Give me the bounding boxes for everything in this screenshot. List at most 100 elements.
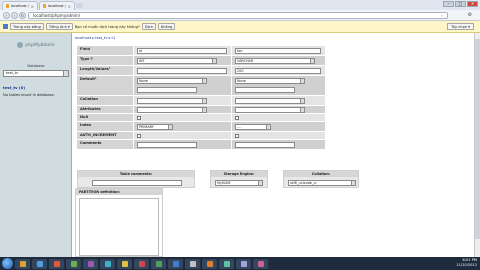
translate-icon <box>3 24 8 29</box>
length-input-2[interactable]: 200 <box>235 68 321 74</box>
app-glyph-icon <box>257 260 264 267</box>
taskbar-app-icon[interactable] <box>49 258 64 269</box>
app-glyph-icon <box>155 260 162 267</box>
auto-increment-checkbox-1[interactable] <box>137 134 141 138</box>
row-label: AUTO_INCREMENT <box>77 132 133 140</box>
browser-tab-2[interactable]: localhost / localhost / test_... × <box>39 1 75 10</box>
content-scrollbar[interactable] <box>474 33 480 257</box>
null-checkbox-1[interactable] <box>137 116 141 120</box>
taskbar-app-icon[interactable] <box>100 258 115 269</box>
reload-button[interactable]: ↻ <box>19 12 26 19</box>
app-glyph-icon <box>189 260 196 267</box>
table-collation-label: Collation: <box>284 171 358 177</box>
collation-select-1[interactable] <box>137 98 207 104</box>
partition-definition-textarea[interactable] <box>79 198 159 256</box>
system-tray-clock[interactable]: 6:01 PM 11/20/2012 <box>456 258 477 268</box>
row-auto-increment: AUTO_INCREMENT <box>77 132 325 140</box>
row-default: Default² None None <box>77 76 325 96</box>
taskbar-app-icon[interactable] <box>66 258 81 269</box>
tab-close-icon[interactable]: × <box>31 4 34 9</box>
row-label: Index <box>77 122 133 132</box>
row-null: Null <box>77 114 325 122</box>
comments-input-1[interactable] <box>137 142 197 148</box>
new-tab-button[interactable] <box>76 3 83 8</box>
taskbar-app-icon[interactable] <box>32 258 47 269</box>
table-collation-select[interactable]: utf8_unicode_ci <box>288 180 356 186</box>
app-glyph-icon <box>104 260 111 267</box>
row-collation: Collation <box>77 96 325 106</box>
taskbar-app-icon[interactable] <box>168 258 183 269</box>
null-checkbox-2[interactable] <box>235 116 239 120</box>
address-bar[interactable]: localhost/phpmyadmin/ ☆ <box>28 12 448 19</box>
field-name-input-2[interactable]: ten <box>235 48 321 54</box>
database-heading: Database <box>27 64 45 68</box>
taskbar-app-icon[interactable] <box>151 258 166 269</box>
browser-tab-1[interactable]: localhost / localhost / test_... × <box>2 1 38 10</box>
language-select[interactable]: Tiếng Anh ▾ <box>45 23 73 30</box>
window-controls: – □ ✕ <box>443 1 478 7</box>
translate-no-button[interactable]: Không <box>157 23 176 30</box>
translate-yes-button[interactable]: Dịch <box>141 23 156 30</box>
default-select-1[interactable]: None <box>137 78 207 84</box>
default-value-input-1[interactable] <box>137 87 197 93</box>
taskbar-app-icon[interactable] <box>83 258 98 269</box>
row-attributes: Attributes <box>77 106 325 114</box>
scrollbar-thumb[interactable] <box>475 39 480 239</box>
windows-taskbar: 6:01 PM 11/20/2012 <box>0 257 480 270</box>
translate-infobar: Trang này bằng Tiếng Anh ▾ Bạn có muốn d… <box>0 21 480 33</box>
auto-increment-checkbox-2[interactable] <box>235 134 239 138</box>
phpmyadmin-logo[interactable]: phpMyAdmin <box>7 37 65 52</box>
tab-close-icon[interactable]: × <box>68 4 71 9</box>
back-button[interactable]: ‹ <box>3 12 10 19</box>
taskbar-app-icon[interactable] <box>185 258 200 269</box>
start-button[interactable] <box>2 258 13 269</box>
app-glyph-icon <box>70 260 77 267</box>
index-select-1[interactable]: PRIMARY <box>137 124 173 130</box>
translate-options-button[interactable]: Tùy chọn ▾ <box>447 23 474 30</box>
app-glyph-icon <box>36 260 43 267</box>
close-window-button[interactable]: ✕ <box>467 1 478 7</box>
taskbar-app-icon[interactable] <box>134 258 149 269</box>
translate-page-button[interactable]: Trang này bằng <box>10 23 44 30</box>
chevron-down-icon <box>266 125 270 129</box>
chevron-down-icon <box>300 108 304 112</box>
database-select[interactable]: test_tv <box>3 70 69 77</box>
taskbar-pinned-apps <box>15 258 268 269</box>
index-select-2[interactable]: --- <box>235 124 271 130</box>
wrench-menu-icon[interactable]: ⚙ <box>465 12 475 19</box>
row-label: Type ? <box>77 56 133 66</box>
app-glyph-icon <box>223 260 230 267</box>
type-select-1[interactable]: INT <box>137 58 217 64</box>
collation-select-2[interactable] <box>235 98 305 104</box>
navigation-frame: phpMyAdmin Database test_tv test_tv (0) … <box>0 33 72 257</box>
partition-label: PARTITION definition: <box>76 189 162 195</box>
taskbar-app-icon[interactable] <box>202 258 217 269</box>
storage-engine-panel: Storage Engine: MyISAM <box>210 170 268 188</box>
attributes-select-2[interactable] <box>235 107 305 113</box>
field-name-input-1[interactable]: id <box>137 48 227 54</box>
attributes-select-1[interactable] <box>137 107 207 113</box>
app-glyph-icon <box>206 260 213 267</box>
taskbar-app-icon[interactable] <box>15 258 30 269</box>
app-glyph-icon <box>19 260 26 267</box>
taskbar-app-icon[interactable] <box>236 258 251 269</box>
table-comments-panel: Table comments: <box>77 170 195 188</box>
chevron-down-icon <box>202 99 206 103</box>
forward-button[interactable]: › <box>11 12 18 19</box>
default-value-input-2[interactable] <box>235 87 295 93</box>
default-select-2[interactable]: None <box>235 78 305 84</box>
type-select-2[interactable]: VARCHAR <box>235 58 315 64</box>
comments-input-2[interactable] <box>235 142 295 148</box>
taskbar-app-icon[interactable] <box>117 258 132 269</box>
app-glyph-icon <box>121 260 128 267</box>
database-link[interactable]: test_tv (0) <box>3 85 25 90</box>
table-comments-input[interactable] <box>92 180 182 186</box>
maximize-button[interactable]: □ <box>455 1 466 7</box>
minimize-button[interactable]: – <box>443 1 454 7</box>
taskbar-app-icon[interactable] <box>253 258 268 269</box>
bookmark-star-icon[interactable]: ☆ <box>440 13 444 18</box>
length-input-1[interactable] <box>137 68 227 74</box>
storage-engine-select[interactable]: MyISAM <box>215 180 263 186</box>
breadcrumb[interactable]: localhost ▸ test_tv ▸ t1 <box>75 36 115 40</box>
taskbar-app-icon[interactable] <box>219 258 234 269</box>
